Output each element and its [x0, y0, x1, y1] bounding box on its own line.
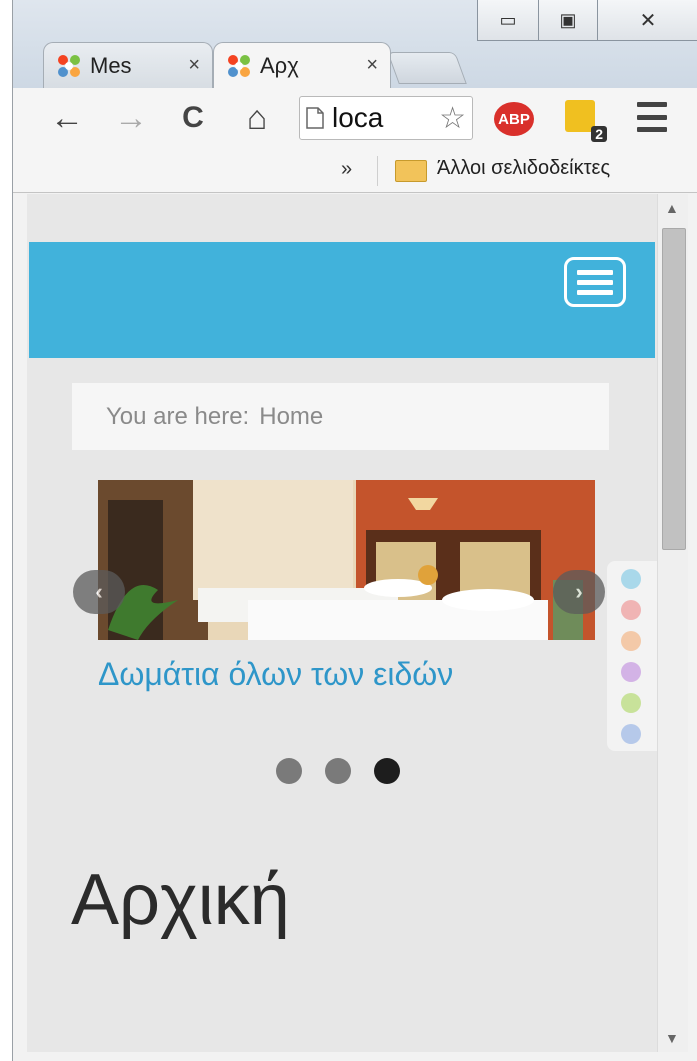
slider-dot[interactable]: [325, 758, 351, 784]
reload-icon: C: [182, 101, 204, 134]
color-swatch[interactable]: [621, 693, 641, 713]
scrollbar[interactable]: ▲ ▼: [657, 194, 688, 1052]
close-icon: ✕: [639, 9, 657, 32]
joomla-favicon-icon: [58, 54, 80, 77]
joomla-favicon-icon: [228, 54, 250, 77]
extension-icon[interactable]: 2: [565, 100, 607, 142]
new-tab-button[interactable]: [387, 52, 467, 84]
reload-button[interactable]: C: [173, 96, 213, 140]
scroll-up-icon[interactable]: ▲: [665, 200, 679, 216]
adblock-label: ABP: [498, 110, 530, 128]
bookmarks-bar: » Άλλοι σελιδοδείκτες: [13, 150, 697, 193]
page-icon: [306, 107, 324, 129]
color-swatch[interactable]: [621, 631, 641, 651]
bookmark-star-icon[interactable]: ☆: [439, 101, 466, 136]
close-window-button[interactable]: ✕: [597, 0, 697, 41]
color-style-switcher: [607, 561, 657, 751]
bookmarks-overflow-icon[interactable]: »: [341, 158, 352, 181]
tab-mes[interactable]: Mes ×: [43, 42, 213, 88]
color-swatch[interactable]: [621, 662, 641, 682]
hotel-room-image: [98, 480, 595, 640]
nav-toggle-button[interactable]: [564, 257, 626, 307]
chevron-right-icon: ›: [575, 579, 583, 604]
tab-close-icon[interactable]: ×: [188, 54, 200, 77]
minimize-icon: ▭: [499, 9, 517, 30]
home-button[interactable]: ⌂: [237, 96, 277, 140]
maximize-button[interactable]: ▣: [538, 0, 598, 41]
slider-prev-button[interactable]: ‹: [73, 570, 125, 614]
page-viewport: You are here: Home ‹ › Δωμάτια όλων των …: [27, 194, 657, 1052]
divider: [377, 156, 378, 186]
slider-dot[interactable]: [276, 758, 302, 784]
color-swatch[interactable]: [621, 724, 641, 744]
color-swatch[interactable]: [621, 569, 641, 589]
extension-badge: 2: [591, 126, 607, 142]
slider-next-button[interactable]: ›: [553, 570, 605, 614]
browser-menu-icon[interactable]: [637, 102, 667, 132]
tab-arch[interactable]: Αρχ ×: [213, 42, 391, 88]
back-button[interactable]: ←: [47, 96, 87, 140]
adblock-plus-icon[interactable]: ABP: [494, 102, 534, 136]
home-icon: ⌂: [246, 98, 268, 137]
slider-dot-active[interactable]: [374, 758, 400, 784]
browser-window: ▭ ▣ ✕ Mes × Αρχ × ← → C ⌂ loca ☆ ABP 2 »…: [12, 0, 697, 1061]
color-swatch[interactable]: [621, 600, 641, 620]
url-text: loca: [332, 102, 384, 133]
chevron-left-icon: ‹: [95, 579, 103, 604]
breadcrumb-home-link[interactable]: Home: [259, 403, 323, 431]
breadcrumb: You are here: Home: [72, 383, 609, 450]
forward-arrow-icon: →: [114, 98, 148, 137]
title-bar: ▭ ▣ ✕ Mes × Αρχ ×: [13, 0, 697, 88]
tab-label: Αρχ: [260, 52, 299, 78]
slide-caption[interactable]: Δωμάτια όλων των ειδών: [98, 656, 595, 693]
tab-close-icon[interactable]: ×: [366, 54, 378, 77]
tab-label: Mes: [90, 52, 132, 78]
page-title: Αρχική: [71, 860, 290, 940]
browser-toolbar: ← → C ⌂ loca ☆ ABP 2: [13, 88, 697, 150]
site-header: [29, 242, 655, 358]
forward-button[interactable]: →: [111, 96, 151, 140]
back-arrow-icon: ←: [50, 98, 84, 137]
maximize-icon: ▣: [559, 9, 577, 30]
address-bar[interactable]: loca ☆: [299, 96, 473, 140]
scrollbar-thumb[interactable]: [662, 228, 686, 550]
slider-image: [98, 480, 595, 640]
scroll-down-icon[interactable]: ▼: [665, 1030, 679, 1046]
minimize-button[interactable]: ▭: [477, 0, 539, 41]
slider-pagination: [276, 758, 400, 784]
other-bookmarks-link[interactable]: Άλλοι σελιδοδείκτες: [437, 157, 610, 180]
folder-icon: [395, 160, 427, 182]
breadcrumb-prefix: You are here:: [106, 402, 250, 430]
